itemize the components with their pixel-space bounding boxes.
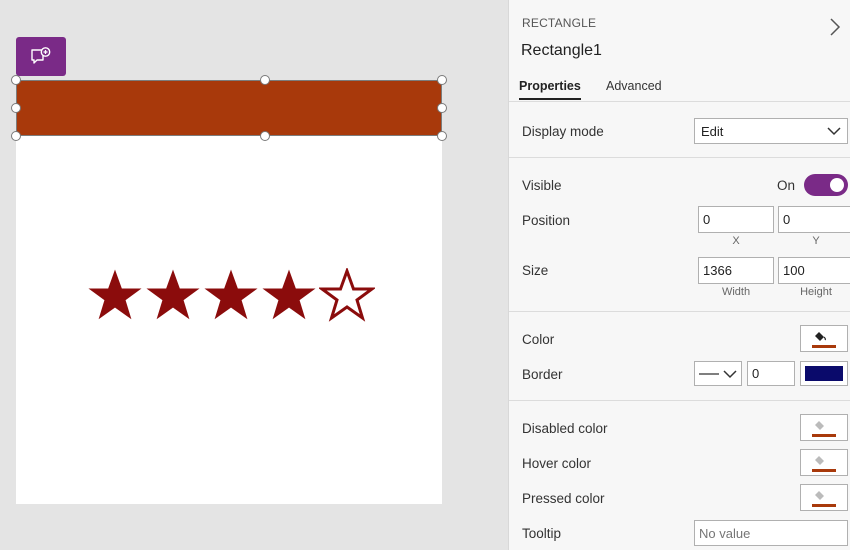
pressed-color-label: Pressed color [522,491,605,506]
paint-bucket-icon [812,455,836,472]
visible-state-text: On [777,178,796,193]
position-x-caption: X [732,235,740,247]
display-mode-label: Display mode [522,124,604,139]
position-label: Position [522,213,571,228]
paint-bucket-icon [812,420,836,437]
resize-handle-top-right[interactable] [437,75,447,85]
chevron-down-icon [723,369,737,378]
border-color-button[interactable] [800,361,848,386]
disabled-color-label: Disabled color [522,421,608,436]
collapse-panel-button[interactable] [825,16,845,38]
display-mode-value: Edit [701,123,724,139]
resize-handle-top[interactable] [260,75,270,85]
border-color-swatch [805,366,843,381]
chevron-right-icon [830,18,841,36]
pressed-color-button[interactable] [800,484,848,511]
display-mode-dropdown[interactable]: Edit [694,118,848,144]
color-picker-button[interactable] [800,325,848,352]
hover-color-label: Hover color [522,456,592,471]
resize-handle-bottom[interactable] [260,131,270,141]
paint-bucket-icon [812,490,836,507]
star-rating[interactable] [87,268,375,324]
add-comment-button[interactable] [16,37,66,76]
position-y-input[interactable] [778,206,850,233]
height-caption: Height [800,286,832,298]
star-empty-icon[interactable] [319,268,375,324]
size-label: Size [522,263,549,278]
width-caption: Width [721,286,751,298]
divider [509,101,850,102]
paint-bucket-icon [812,331,836,348]
star-filled-icon[interactable] [203,268,259,324]
resize-handle-left[interactable] [11,103,21,113]
canvas-area [0,0,508,550]
tab-advanced[interactable]: Advanced [606,79,662,93]
star-filled-icon[interactable] [145,268,201,324]
properties-panel: RECTANGLE Rectangle1 Properties Advanced… [508,0,850,550]
resize-handle-bottom-left[interactable] [11,131,21,141]
divider [509,157,850,158]
position-y-caption: Y [812,235,820,247]
color-label: Color [522,332,555,347]
divider [509,400,850,401]
toggle-knob [830,178,844,192]
star-filled-icon[interactable] [87,268,143,324]
divider [509,311,850,312]
disabled-color-button[interactable] [800,414,848,441]
star-filled-icon[interactable] [261,268,317,324]
selected-rectangle[interactable] [16,80,442,136]
resize-handle-bottom-right[interactable] [437,131,447,141]
visible-label: Visible [522,178,562,193]
position-x-input[interactable] [698,206,774,233]
control-type-label: RECTANGLE [522,16,597,30]
border-style-dropdown[interactable] [694,361,742,386]
height-input[interactable] [778,257,850,284]
visible-toggle[interactable] [804,174,848,196]
chevron-down-icon [827,127,841,136]
border-thickness-input[interactable] [747,361,795,386]
tooltip-label: Tooltip [522,526,562,541]
control-name[interactable]: Rectangle1 [521,42,602,60]
tab-properties[interactable]: Properties [519,79,581,100]
add-comment-icon [31,46,51,64]
border-label: Border [522,367,563,382]
resize-handle-top-left[interactable] [11,75,21,85]
resize-handle-right[interactable] [437,103,447,113]
width-input[interactable] [698,257,774,284]
line-style-icon [699,372,719,375]
hover-color-button[interactable] [800,449,848,476]
tooltip-input[interactable] [694,520,848,546]
